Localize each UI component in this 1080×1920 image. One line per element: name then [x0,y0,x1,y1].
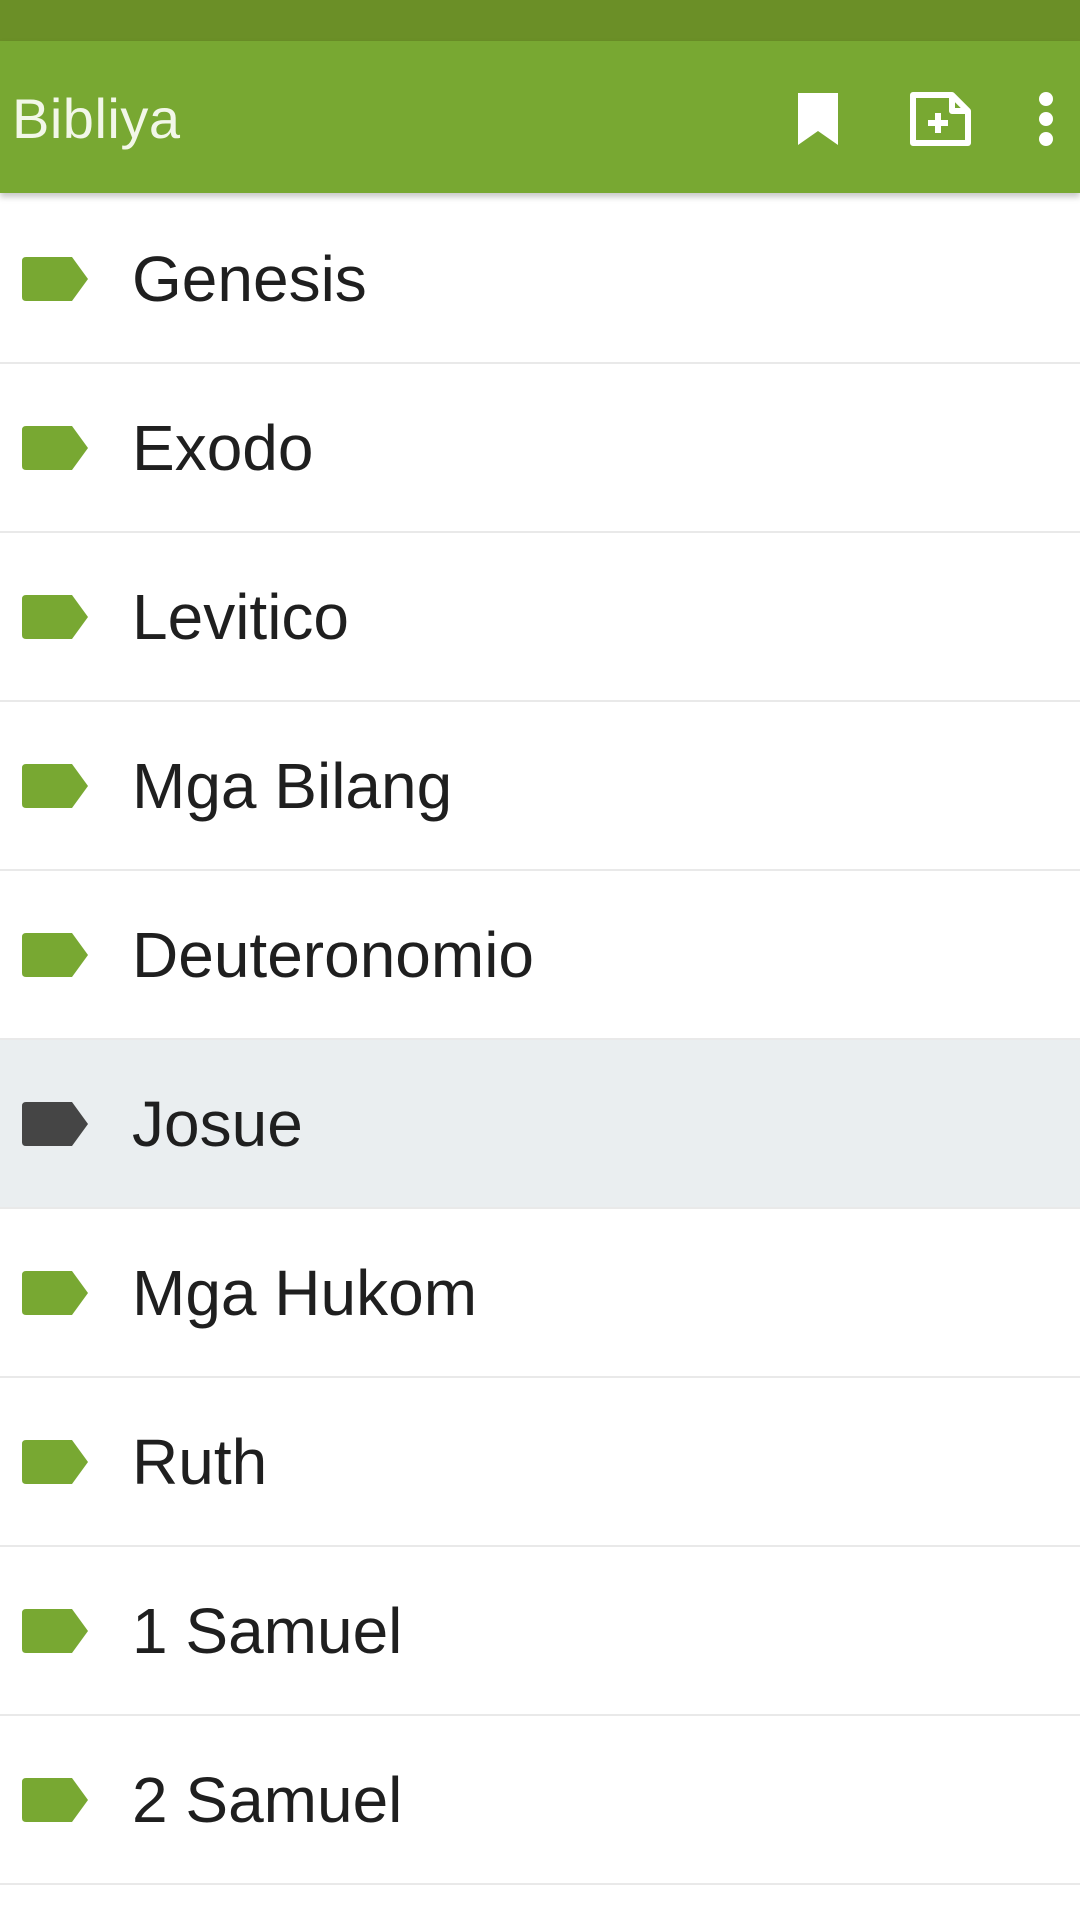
label-tag-icon [22,1609,88,1653]
more-options-button[interactable] [1022,81,1070,157]
book-item-deuteronomio[interactable]: Deuteronomio [0,871,1080,1040]
book-label: Josue [132,1087,303,1160]
book-item-2-samuel[interactable]: 2 Samuel [0,1716,1080,1885]
label-tag-icon [22,933,88,977]
book-item-genesis[interactable]: Genesis [0,195,1080,364]
book-list: Genesis Exodo Levitico Mga Bilang Deuter… [0,195,1080,1885]
label-tag-icon [22,595,88,639]
book-label: Mga Hukom [132,1256,477,1329]
label-tag-icon [22,1271,88,1315]
book-item-exodo[interactable]: Exodo [0,364,1080,533]
bookmark-icon [798,93,838,145]
note-add-icon [910,92,971,146]
bookmarks-button[interactable] [780,81,856,157]
label-tag-icon [22,1440,88,1484]
label-tag-icon [22,1102,88,1146]
book-label: Exodo [132,411,314,484]
add-note-button[interactable] [900,81,980,157]
book-label: Genesis [132,242,367,315]
book-item-ruth[interactable]: Ruth [0,1378,1080,1547]
label-tag-icon [22,426,88,470]
app-title: Bibliya [12,87,181,150]
label-tag-icon [22,257,88,301]
label-tag-icon [22,1778,88,1822]
status-bar [0,0,1080,41]
book-label: Levitico [132,580,349,653]
book-label: Mga Bilang [132,749,453,822]
label-tag-icon [22,764,88,808]
book-label: Deuteronomio [132,918,534,991]
more-vert-icon [1039,92,1053,146]
book-item-mga-hukom[interactable]: Mga Hukom [0,1209,1080,1378]
book-label: 2 Samuel [132,1763,403,1836]
app-bar: Bibliya [0,41,1080,193]
book-item-1-samuel[interactable]: 1 Samuel [0,1547,1080,1716]
book-label: 1 Samuel [132,1594,403,1667]
book-item-josue[interactable]: Josue [0,1040,1080,1209]
book-label: Ruth [132,1425,268,1498]
book-item-mga-bilang[interactable]: Mga Bilang [0,702,1080,871]
book-item-levitico[interactable]: Levitico [0,533,1080,702]
